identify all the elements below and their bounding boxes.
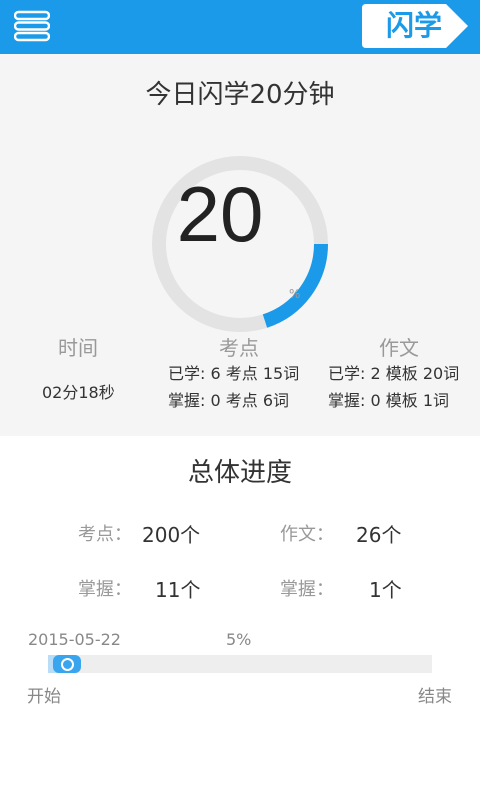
overall-kaodian-mastered-value: 11个 [155, 578, 201, 602]
kaodian-label: 考点 [219, 336, 259, 360]
overall-kaodian-value: 200个 [142, 523, 201, 547]
progress-start-label: 开始 [27, 687, 61, 707]
overall-zuowen-value: 26个 [356, 523, 402, 547]
overall-zuowen-mastered-value: 1个 [369, 578, 402, 602]
today-title: 今日闪学20分钟 [145, 80, 335, 110]
overall-title: 总体进度 [187, 458, 292, 488]
logo-text: 闪学 [385, 9, 442, 42]
kaodian-mastered: 掌握: 0 考点 6词 [168, 391, 290, 410]
overall-kaodian-label: 考点： [78, 524, 132, 545]
kaodian-learned: 已学: 6 考点 15词 [168, 364, 300, 383]
ring-unit: % [289, 287, 301, 301]
today-panel: 今日闪学20分钟 20 % 时间 02分18秒 考点 已学: 6 考点 15词 … [0, 54, 480, 436]
overall-kaodian-mastered-label: 掌握： [78, 579, 132, 600]
hamburger-menu-icon[interactable] [14, 10, 50, 42]
progress-percent: 5% [226, 630, 252, 649]
top-bar: 闪学 [0, 0, 480, 54]
zuowen-learned: 已学: 2 模板 20词 [328, 364, 460, 383]
time-value: 02分18秒 [42, 383, 115, 402]
zuowen-label: 作文 [379, 336, 419, 360]
overall-zuowen-label: 作文： [280, 524, 334, 545]
thumb-ring-icon [61, 658, 75, 671]
time-label: 时间 [58, 336, 98, 360]
progress-date: 2015-05-22 [28, 630, 121, 649]
zuowen-mastered: 掌握: 0 模板 1词 [328, 391, 450, 410]
progress-thumb[interactable] [53, 655, 82, 673]
overall-zuowen-mastered-label: 掌握： [280, 579, 334, 600]
progress-track [48, 655, 432, 673]
ring-value: 20 [176, 170, 264, 258]
progress-end-label: 结束 [418, 687, 452, 707]
